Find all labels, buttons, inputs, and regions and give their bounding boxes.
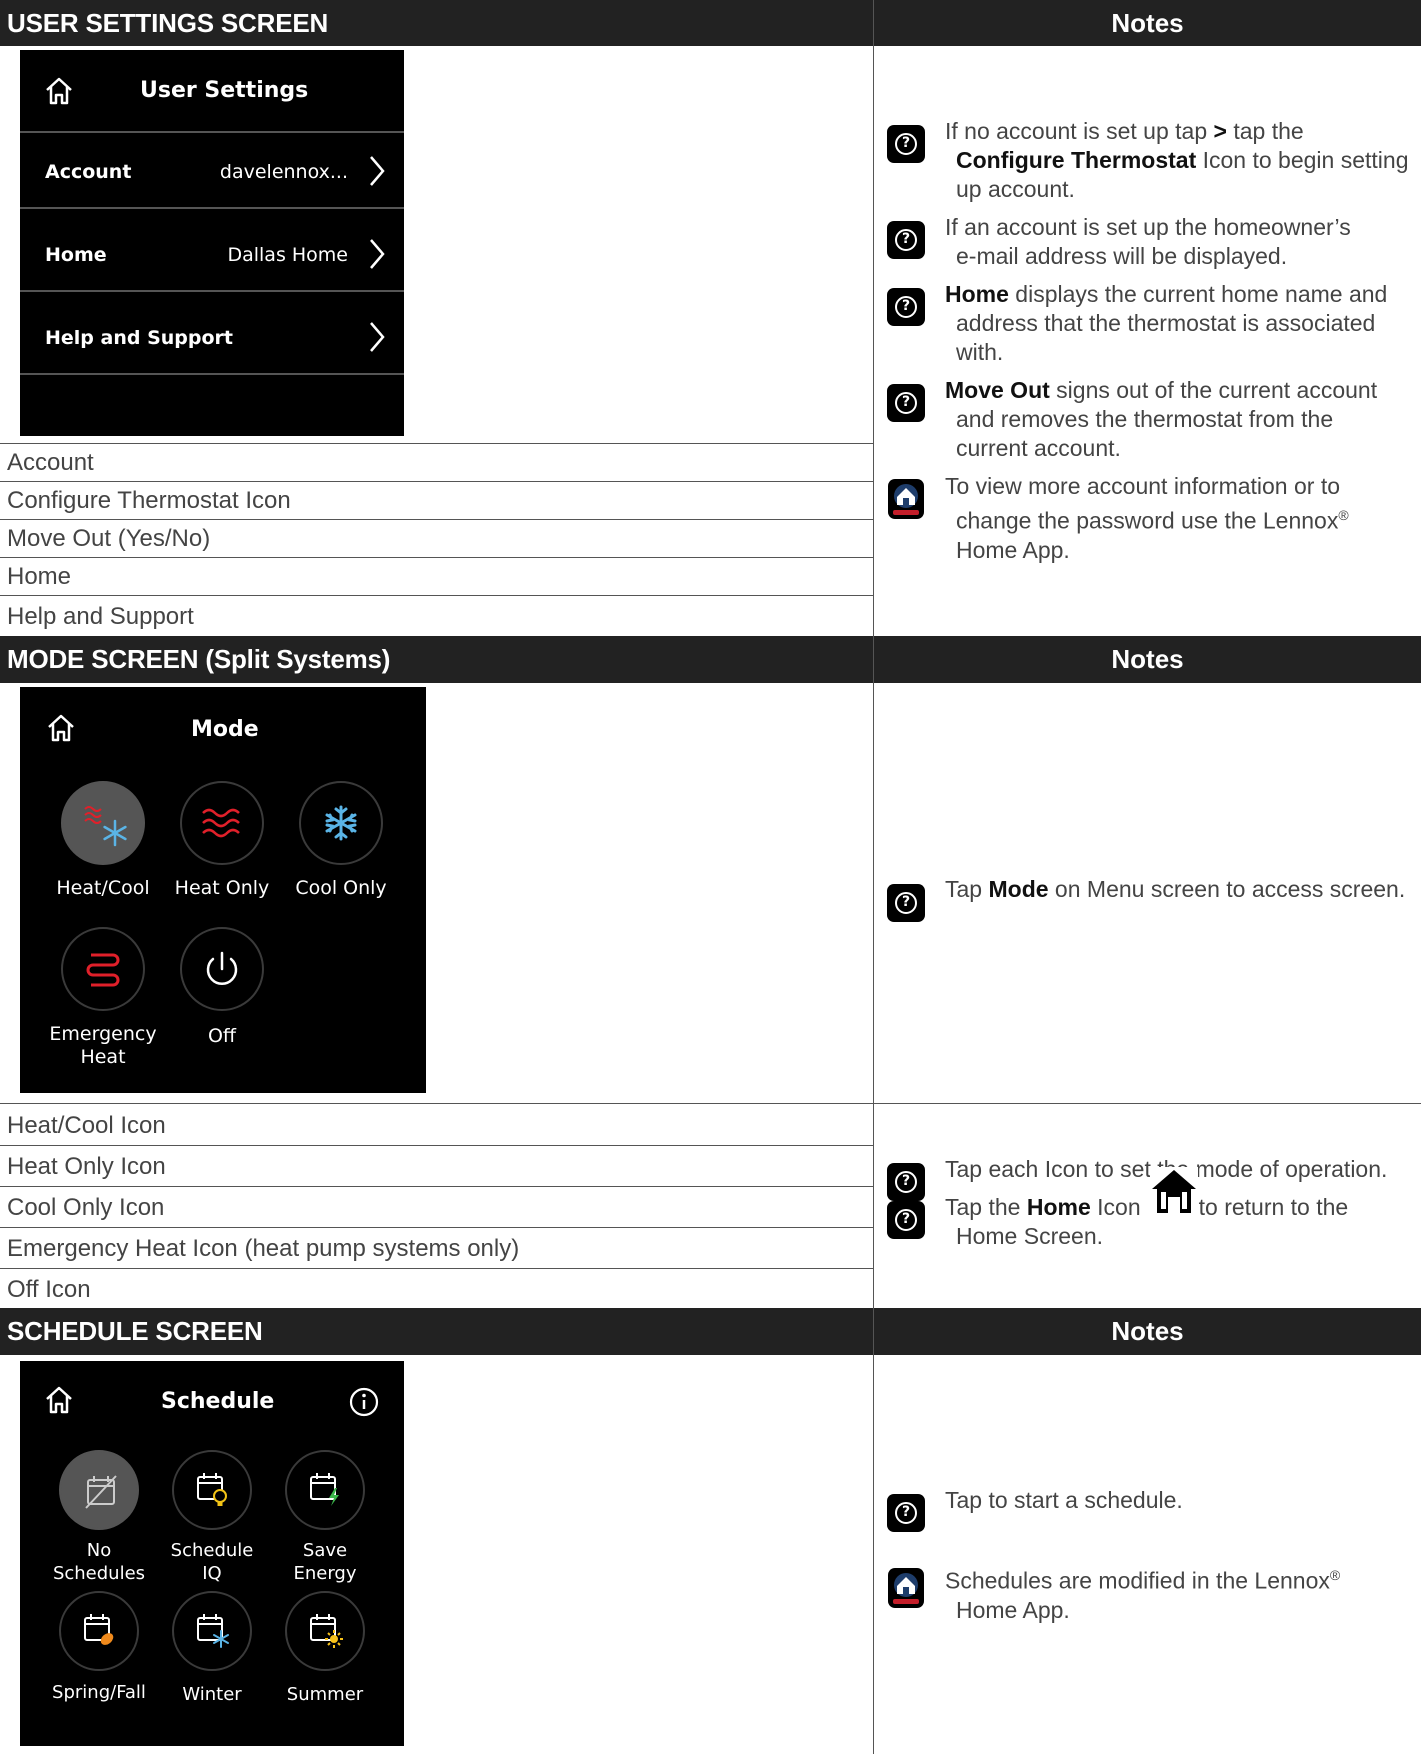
- spring-fall-label: Spring/Fall: [52, 1682, 146, 1703]
- screen-title: Mode: [191, 717, 259, 742]
- summer-button[interactable]: [285, 1591, 365, 1671]
- divider: [20, 207, 404, 209]
- column-divider: [873, 1355, 874, 1754]
- note-schedule: Tap to start a schedule.: [945, 1487, 1183, 1513]
- list-item: Cool Only Icon: [0, 1186, 873, 1227]
- list-item: Configure Thermostat Icon: [0, 481, 873, 519]
- note-schedule-app: Schedules are modified in the Lennox® Ho…: [945, 1567, 1341, 1623]
- note-configure: If no account is set up tap > tap the Co…: [945, 118, 1409, 202]
- calendar-icon: [197, 1614, 229, 1648]
- note-app: To view more account information or to c…: [945, 473, 1349, 563]
- note-home: Home displays the current home name and …: [945, 281, 1388, 365]
- home-row[interactable]: Home Dallas Home: [20, 216, 404, 292]
- list-item: Heat/Cool Icon: [7, 1112, 166, 1139]
- heat-cool-label: Heat/Cool: [56, 877, 150, 899]
- calendar-icon: [310, 1614, 343, 1648]
- divider: [20, 373, 404, 375]
- account-label: Account: [45, 161, 132, 183]
- note-account: If an account is set up the homeowner’s …: [945, 214, 1351, 269]
- note-move-out: Move Out signs out of the current accoun…: [945, 377, 1378, 461]
- screen-title: User Settings: [140, 78, 309, 103]
- calendar-icon: [84, 1614, 114, 1645]
- help-icon: ?: [887, 125, 925, 163]
- cool-only-label: Cool Only: [295, 877, 387, 899]
- account-row[interactable]: Account davelennox...: [20, 133, 404, 209]
- no-schedules-button[interactable]: [59, 1450, 139, 1530]
- off-label: Off: [207, 1025, 237, 1047]
- winter-label: Winter: [182, 1684, 242, 1705]
- help-icon: ?: [887, 384, 925, 422]
- power-icon: [206, 951, 238, 985]
- schedule-screen: Schedule No Schedules Schedule IQ Save E…: [20, 1361, 404, 1746]
- help-icon: ?: [887, 1163, 925, 1201]
- help-support-label: Help and Support: [45, 327, 233, 349]
- chevron-right-icon: [370, 239, 385, 269]
- help-icon: ?: [887, 1494, 925, 1532]
- list-item: Emergency Heat Icon (heat pump systems o…: [0, 1227, 873, 1268]
- home-value: Dallas Home: [227, 244, 348, 266]
- divider: [20, 290, 404, 292]
- notes-title: Notes: [873, 0, 1421, 46]
- section-title: USER SETTINGS SCREEN: [7, 8, 329, 38]
- column-divider: [873, 683, 874, 1308]
- home-icon[interactable]: [46, 713, 76, 743]
- screen-title: Schedule: [161, 1389, 275, 1414]
- section-title: MODE SCREEN (Split Systems): [7, 644, 391, 674]
- heat-cool-button[interactable]: [61, 781, 145, 865]
- summer-label: Summer: [286, 1684, 364, 1705]
- list-item: Move Out (Yes/No): [0, 519, 873, 557]
- save-energy-button[interactable]: [285, 1450, 365, 1530]
- chevron-right-icon: [370, 322, 385, 352]
- help-icon: ?: [887, 221, 925, 259]
- mode-header: MODE SCREEN (Split Systems) Notes: [0, 636, 1421, 683]
- cool-only-button[interactable]: [299, 781, 383, 865]
- help-support-row[interactable]: Help and Support: [20, 299, 404, 375]
- list-item: Account: [0, 443, 873, 481]
- list-item: Home: [0, 557, 873, 595]
- section-title: SCHEDULE SCREEN: [7, 1316, 263, 1346]
- home-label: Home: [45, 244, 107, 266]
- heat-cool-icon: [84, 806, 127, 847]
- save-energy-label: Save Energy: [293, 1540, 357, 1584]
- help-icon: ?: [887, 884, 925, 922]
- help-icon: ?: [887, 288, 925, 326]
- list-item: Help and Support: [0, 595, 873, 636]
- list-item: Heat Only Icon: [0, 1145, 873, 1186]
- schedule-header: SCHEDULE SCREEN Notes: [0, 1308, 1421, 1355]
- calendar-icon: [310, 1473, 339, 1506]
- lennox-app-icon: [888, 479, 924, 519]
- mode-screen: Mode Heat/Cool Heat Only Cool Only Emerg…: [20, 687, 426, 1093]
- snowflake-icon: [325, 805, 357, 841]
- winter-button[interactable]: [172, 1591, 252, 1671]
- emergency-heat-button[interactable]: [61, 927, 145, 1011]
- no-schedules-label: No Schedules: [52, 1540, 146, 1584]
- notes-title: Notes: [873, 1308, 1421, 1355]
- off-button[interactable]: [180, 927, 264, 1011]
- schedule-iq-label: Schedule IQ: [170, 1540, 254, 1584]
- calendar-icon: [197, 1473, 227, 1506]
- lennox-app-icon: [888, 1568, 924, 1608]
- chevron-right-icon: [370, 156, 385, 186]
- notes-title: Notes: [873, 636, 1421, 683]
- help-icon: ?: [887, 1201, 925, 1239]
- user-settings-screen: User Settings Account davelennox... Home…: [20, 50, 404, 436]
- heat-waves-icon: [202, 808, 240, 838]
- spring-fall-button[interactable]: [59, 1591, 139, 1671]
- home-icon: [1150, 1167, 1198, 1215]
- heat-only-label: Heat Only: [174, 877, 270, 899]
- heat-only-button[interactable]: [180, 781, 264, 865]
- column-divider: [873, 46, 874, 636]
- schedule-iq-button[interactable]: [172, 1450, 252, 1530]
- user-settings-header: USER SETTINGS SCREEN Notes: [0, 0, 1421, 46]
- home-icon[interactable]: [44, 1385, 74, 1415]
- home-icon[interactable]: [44, 76, 74, 106]
- list-item: Off Icon: [0, 1268, 873, 1308]
- emergency-heat-label: Emergency Heat: [49, 1023, 157, 1068]
- info-icon[interactable]: [348, 1386, 380, 1418]
- account-value: davelennox...: [219, 161, 348, 183]
- calendar-icon: [85, 1475, 117, 1509]
- note-mode: Tap Mode on Menu screen to access screen…: [945, 876, 1406, 902]
- emergency-heat-icon: [86, 953, 120, 987]
